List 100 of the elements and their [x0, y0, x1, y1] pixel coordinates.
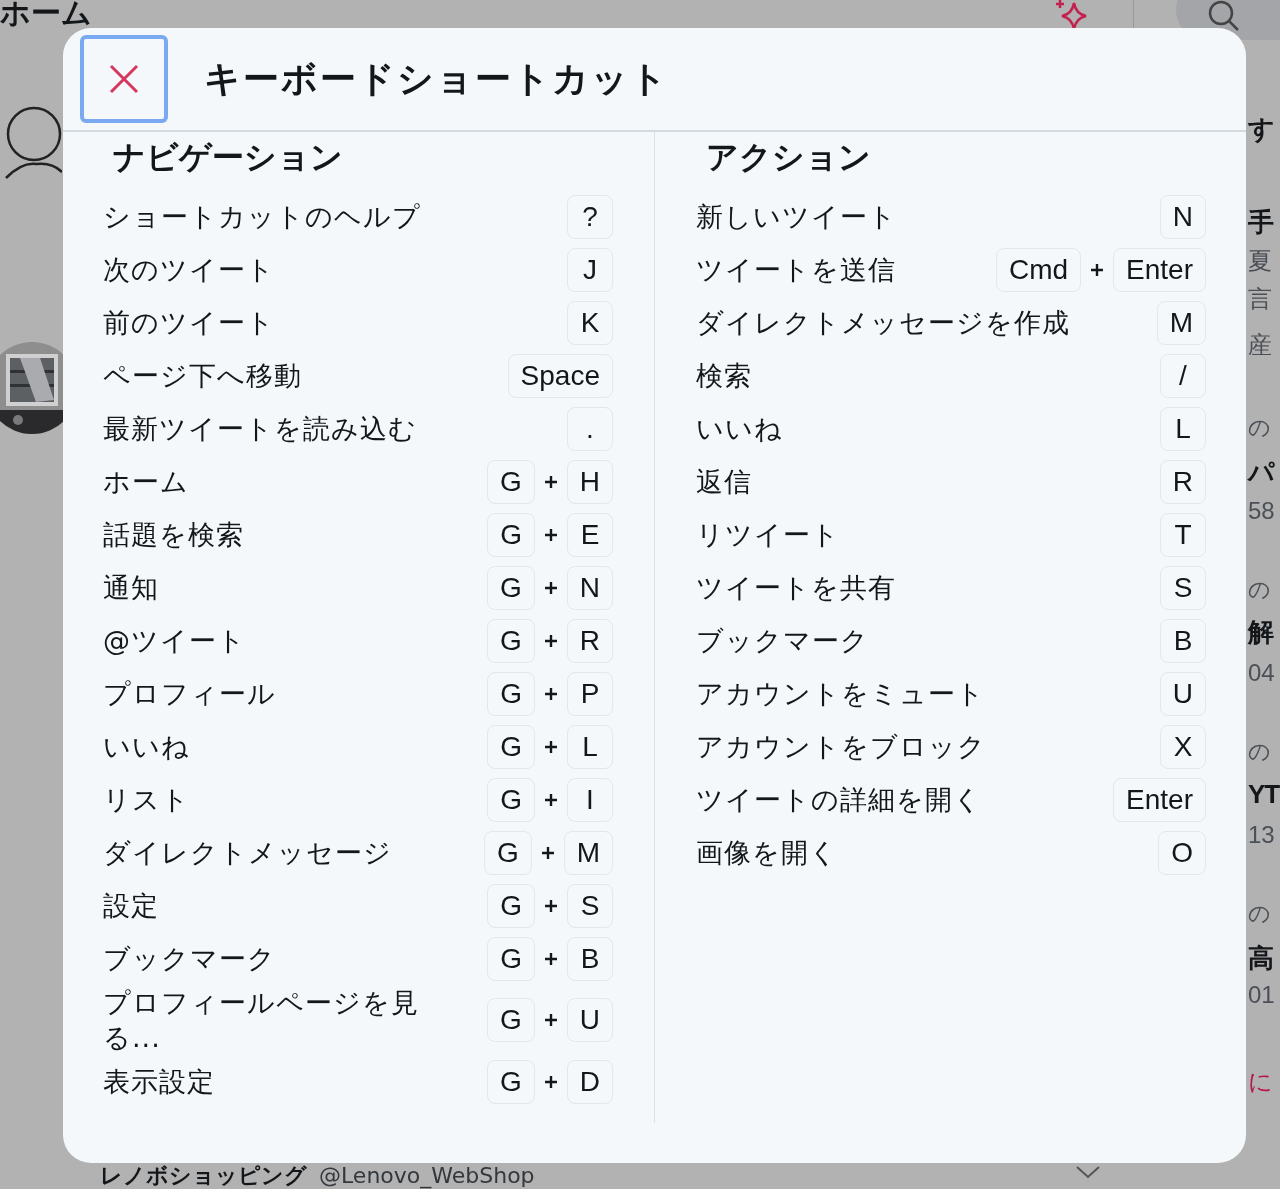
close-icon	[109, 64, 139, 94]
shortcut-label: いいね	[103, 729, 190, 764]
key-cap: N	[566, 565, 613, 610]
plus-icon	[544, 951, 558, 966]
timeline-text: 手	[1248, 206, 1273, 239]
key-cap: P	[567, 671, 613, 716]
shortcut-label: 新しいツイート	[696, 199, 897, 234]
key-cap: J	[567, 247, 613, 292]
key-cap: X	[1160, 724, 1206, 769]
key-cap: Cmd	[995, 247, 1082, 292]
shortcut-label: リツイート	[696, 517, 840, 552]
shortcut-label: ツイートを共有	[696, 570, 896, 605]
plus-icon	[543, 1013, 558, 1028]
key-cap: Enter	[1113, 777, 1206, 822]
shortcut-label: ショートカットのヘルプ	[103, 199, 421, 234]
section-heading: アクション	[706, 137, 872, 176]
shortcut-label: ページ下へ移動	[103, 358, 302, 393]
key-cap: T	[1160, 512, 1206, 557]
timeline-text: 01	[1248, 981, 1275, 1009]
plus-icon	[543, 474, 558, 489]
key-cap: G	[487, 936, 535, 981]
timeline-text: の	[1248, 900, 1271, 928]
account-handle: @Lenovo_WebShop	[319, 1164, 535, 1188]
shortcut-label: ダイレクトメッセージ	[103, 835, 392, 870]
key-cap: L	[1160, 406, 1206, 451]
shortcut-label: ツイートを送信	[696, 252, 896, 287]
key-cap: G	[487, 618, 535, 663]
key-cap: H	[566, 459, 613, 504]
key-cap: ?	[567, 194, 613, 239]
key-cap: G	[487, 565, 535, 610]
key-cap: G	[487, 512, 535, 557]
key-cap: /	[1160, 353, 1206, 398]
key-cap: U	[566, 998, 613, 1043]
key-cap: S	[567, 883, 613, 928]
section-heading: ナビゲーション	[113, 137, 344, 176]
plus-icon	[544, 792, 558, 807]
shortcut-label: @ツイート	[103, 623, 246, 658]
key-cap: G	[487, 777, 535, 822]
plus-icon	[543, 580, 558, 595]
key-cap: O	[1158, 830, 1206, 875]
timeline-text: 解	[1248, 616, 1273, 649]
key-cap: K	[567, 300, 613, 345]
key-cap: G	[487, 724, 535, 769]
timeline-text: 夏	[1248, 246, 1272, 276]
key-cap: M	[1156, 300, 1206, 345]
shortcut-label: 次のツイート	[103, 252, 275, 287]
timeline-text: パ	[1248, 456, 1274, 489]
timeline-text: す	[1248, 113, 1274, 146]
timeline-text: の	[1248, 414, 1271, 442]
shortcut-label: 返信	[696, 464, 752, 499]
chevron-down-icon[interactable]	[1075, 1165, 1101, 1179]
key-cap: G	[483, 830, 532, 875]
shortcut-label: 検索	[696, 358, 752, 393]
timeline-text: の	[1248, 738, 1271, 766]
plus-icon	[543, 1074, 558, 1089]
plus-icon	[544, 527, 558, 542]
key-cap: G	[487, 883, 535, 928]
key-cap: B	[567, 936, 613, 981]
shortcut-label: 画像を開く	[696, 835, 838, 870]
key-cap: M	[563, 830, 613, 875]
timeline-text: に	[1248, 1067, 1273, 1097]
key-cap: R	[1159, 459, 1206, 504]
shortcut-label: 前のツイート	[103, 305, 275, 340]
key-cap: G	[487, 998, 535, 1043]
shortcut-label: いいね	[696, 411, 783, 446]
key-cap: N	[1159, 194, 1206, 239]
page-title: ホーム	[0, 0, 92, 29]
timeline-text: の	[1248, 576, 1271, 604]
shortcut-label: 最新ツイートを読み込む	[103, 411, 417, 446]
timeline-text: 13	[1248, 821, 1275, 849]
key-cap: B	[1160, 618, 1206, 663]
key-cap: E	[567, 512, 613, 557]
shortcut-label: ホーム	[103, 464, 189, 499]
timeline-text: 高	[1248, 942, 1273, 975]
timeline-text: 58	[1248, 497, 1275, 525]
plus-icon	[540, 845, 555, 860]
shortcut-label: アカウントをミュート	[696, 676, 985, 711]
account-name: レノボショッピング	[100, 1164, 307, 1188]
shortcut-label: 通知	[103, 570, 159, 605]
key-cap: Enter	[1113, 247, 1206, 292]
shortcut-label: ツイートの詳細を開く	[696, 782, 982, 817]
shortcut-label: ダイレクトメッセージを作成	[696, 305, 1070, 340]
shortcut-label: プロフィール	[103, 676, 276, 711]
shortcut-label: ブックマーク	[103, 941, 276, 976]
shortcut-label: 設定	[103, 888, 159, 923]
timeline-text: 言	[1248, 284, 1272, 314]
shortcut-label: ブックマーク	[696, 623, 869, 658]
key-cap: D	[566, 1059, 613, 1104]
plus-icon	[1090, 262, 1105, 277]
plus-icon	[543, 633, 558, 648]
key-cap: I	[567, 777, 613, 822]
shortcut-label: 話題を検索	[103, 517, 244, 552]
key-cap: R	[566, 618, 613, 663]
timeline-text: YT	[1248, 779, 1280, 810]
plus-icon	[544, 739, 558, 754]
timeline-text: 産	[1248, 330, 1272, 360]
key-cap: Space	[507, 353, 613, 398]
key-cap: U	[1159, 671, 1206, 716]
key-cap: S	[1160, 565, 1206, 610]
dialog-title: キーボードショートカット	[204, 56, 669, 101]
